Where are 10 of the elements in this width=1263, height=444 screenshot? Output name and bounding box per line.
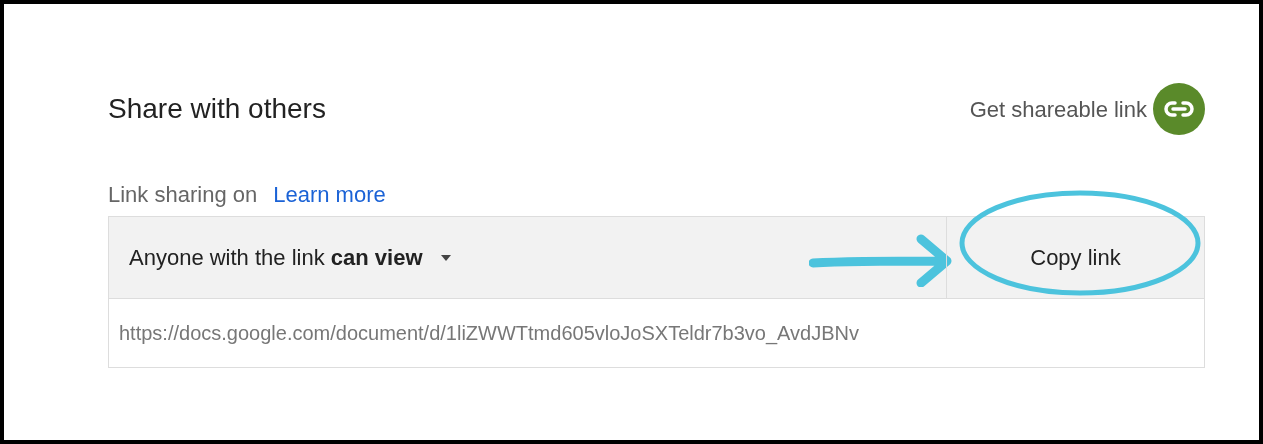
dialog-title: Share with others [108, 92, 326, 126]
caret-icon [440, 254, 451, 261]
shareable-link-label[interactable]: Get shareable link [969, 92, 1147, 126]
copy-link-button[interactable]: Copy link [1020, 237, 1131, 278]
link-sharing-status: Link sharing on [108, 180, 258, 209]
url-field[interactable]: https://docs.google.com/document/d/1liZWWTtmd605vloJoSXTeldr7b3vo_AvdJBNv [119, 318, 1204, 348]
access-dropdown[interactable]: Anyone with the link can view [109, 217, 946, 298]
link-button[interactable] [1153, 83, 1205, 135]
link-icon [1164, 100, 1194, 118]
learn-more-link[interactable]: Learn more [273, 177, 386, 211]
